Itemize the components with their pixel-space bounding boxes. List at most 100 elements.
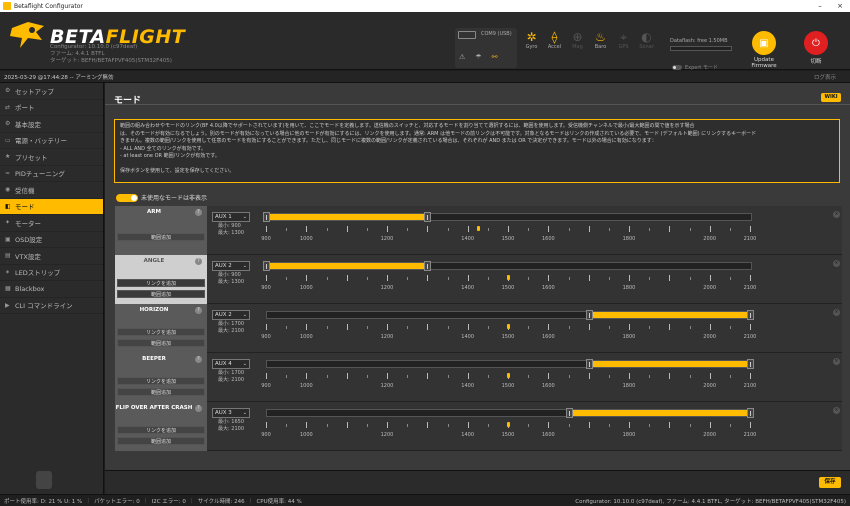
sidebar-item-receiver[interactable]: ◉ 受信機 bbox=[0, 182, 103, 199]
expert-mode-toggle[interactable]: Expert モード bbox=[672, 64, 718, 71]
aux-channel-select[interactable]: AUX 1 ⌄ bbox=[212, 212, 250, 222]
hide-unused-switch[interactable] bbox=[116, 193, 138, 202]
sidebar-item-configuration[interactable]: ⚙ 基本設定 bbox=[0, 116, 103, 133]
disconnect-button[interactable]: ⏻ 切断 bbox=[796, 31, 836, 65]
add-range-button[interactable]: 範囲追加 bbox=[117, 388, 205, 396]
remove-range-icon[interactable]: × bbox=[833, 309, 840, 316]
sensor-sonar: ◐ Sonar bbox=[637, 30, 656, 50]
page-header: モード WIKI bbox=[105, 91, 850, 106]
app-header: BETAFLIGHT Configurator: 10.10.0 (c97dea… bbox=[0, 12, 850, 71]
range-fill bbox=[589, 361, 751, 367]
close-window-button[interactable]: × bbox=[830, 2, 850, 10]
range-scale: 900 1000 1200 1400 1500 1600 1800 2000 2100 bbox=[261, 275, 756, 301]
wiki-button[interactable]: WIKI bbox=[821, 93, 841, 102]
sidebar-item-setup[interactable]: ⚙ セットアップ bbox=[0, 83, 103, 100]
save-button[interactable]: 保存 bbox=[819, 477, 841, 488]
scale-tick bbox=[588, 275, 590, 281]
scale-tick bbox=[407, 277, 409, 280]
add-range-button[interactable]: 範囲追加 bbox=[117, 437, 205, 445]
scale-label: 1000 bbox=[299, 383, 313, 389]
port-select[interactable] bbox=[458, 31, 476, 39]
add-range-button[interactable]: 範囲追加 bbox=[117, 290, 205, 298]
remove-range-icon[interactable]: × bbox=[833, 407, 840, 414]
remove-range-icon[interactable]: × bbox=[833, 211, 840, 218]
range-max-handle[interactable] bbox=[747, 408, 754, 418]
scale-tick bbox=[306, 373, 308, 379]
scale-label: 2100 bbox=[743, 334, 757, 340]
scale-tick bbox=[729, 424, 731, 427]
minimize-button[interactable]: – bbox=[810, 2, 830, 10]
sidebar-item-blackbox[interactable]: ▦ Blackbox bbox=[0, 281, 103, 298]
help-icon[interactable]: ? bbox=[195, 307, 202, 314]
range-min-label: 最小: 1650 bbox=[218, 419, 244, 425]
range-slider[interactable] bbox=[263, 212, 752, 222]
sidebar-item-presets[interactable]: ★ プリセット bbox=[0, 149, 103, 166]
add-link-button[interactable]: リンクを追加 bbox=[117, 328, 205, 336]
sidebar-item-osd[interactable]: ▣ OSD設定 bbox=[0, 232, 103, 248]
range-min-max: 最小: 1700 最大: 2100 bbox=[218, 370, 244, 383]
scale-tick bbox=[629, 324, 630, 330]
range-max-handle[interactable] bbox=[747, 359, 754, 369]
scale-tick bbox=[366, 375, 368, 378]
expert-switch[interactable] bbox=[672, 65, 682, 70]
mode-name: ANGLE bbox=[143, 258, 165, 264]
sidebar-item-motors[interactable]: ✦ モーター bbox=[0, 215, 103, 232]
aux-channel-select[interactable]: AUX 4 ⌄ bbox=[212, 359, 250, 369]
help-icon[interactable]: ? bbox=[195, 209, 202, 216]
scale-label: 1800 bbox=[622, 236, 636, 242]
range-slider[interactable] bbox=[266, 408, 754, 418]
sidebar-item-pid-tuning[interactable]: ≈ PIDチューニング bbox=[0, 166, 103, 182]
led-icon: ✶ bbox=[5, 268, 11, 276]
sidebar-item-cli[interactable]: ▶ CLI コマンドライン bbox=[0, 298, 103, 314]
scale-tick bbox=[447, 228, 449, 231]
add-range-button[interactable]: 範囲追加 bbox=[117, 339, 205, 347]
sidebar-item-power[interactable]: ▭ 電源・バッテリー bbox=[0, 133, 103, 149]
aux-channel-select[interactable]: AUX 2 ⌄ bbox=[212, 310, 250, 320]
scale-tick bbox=[326, 375, 328, 378]
channel-value-marker bbox=[507, 275, 510, 280]
add-range-button[interactable]: 範囲追加 bbox=[117, 233, 205, 241]
range-max-label: 最大: 2100 bbox=[218, 327, 244, 334]
range-min-handle[interactable] bbox=[585, 359, 593, 369]
range-max-label: 最大: 1300 bbox=[218, 278, 244, 285]
sensor-accel: ⟠ Accel bbox=[545, 30, 564, 50]
range-slider[interactable] bbox=[266, 310, 754, 320]
add-link-button[interactable]: リンクを追加 bbox=[117, 426, 205, 434]
show-log-link[interactable]: ログ表示 bbox=[814, 73, 836, 81]
add-link-button[interactable]: リンクを追加 bbox=[117, 377, 205, 385]
scale-tick bbox=[608, 326, 610, 329]
modes-help-note: 範囲の組み合わせやモードのリンク(BF 4.0以降でサポートされています)を用い… bbox=[114, 119, 840, 183]
help-icon[interactable]: ? bbox=[195, 405, 202, 412]
aux-channel-select[interactable]: AUX 3 ⌄ bbox=[212, 408, 250, 418]
range-slider[interactable] bbox=[263, 261, 752, 271]
scale-tick bbox=[427, 226, 429, 232]
remove-range-icon[interactable]: × bbox=[833, 260, 840, 267]
aux-channel-select[interactable]: AUX 2 ⌄ bbox=[212, 261, 250, 271]
range-max-handle[interactable] bbox=[747, 310, 754, 320]
range-min-handle[interactable] bbox=[585, 310, 593, 320]
remove-range-icon[interactable]: × bbox=[833, 358, 840, 365]
sidebar-item-vtx[interactable]: ▤ VTX設定 bbox=[0, 248, 103, 265]
range-slider[interactable] bbox=[266, 359, 754, 369]
scale-label: 1600 bbox=[541, 383, 555, 389]
help-icon[interactable]: ? bbox=[195, 356, 202, 363]
range-min-handle[interactable] bbox=[565, 408, 573, 418]
range-max-handle[interactable] bbox=[424, 212, 432, 222]
sidebar-item-ports[interactable]: ⇄ ポート bbox=[0, 100, 103, 116]
sidebar-item-led-strip[interactable]: ✶ LEDストリップ bbox=[0, 265, 103, 281]
range-min-handle[interactable] bbox=[263, 212, 270, 222]
update-firmware-button[interactable]: ▣ Update Firmware bbox=[744, 31, 784, 69]
sidebar-item-modes[interactable]: ◧ モード bbox=[0, 198, 103, 215]
hide-unused-modes-toggle[interactable]: 未使用なモードは非表示 bbox=[116, 193, 207, 202]
scale-tick bbox=[548, 422, 550, 428]
help-icon[interactable]: ? bbox=[195, 258, 202, 265]
scale-tick bbox=[528, 277, 530, 280]
scale-tick bbox=[669, 226, 671, 232]
scale-tick bbox=[548, 226, 550, 232]
scale-tick bbox=[346, 226, 348, 232]
range-max-handle[interactable] bbox=[424, 261, 432, 271]
scale-tick bbox=[306, 324, 308, 330]
scale-tick bbox=[608, 424, 610, 427]
add-link-button[interactable]: リンクを追加 bbox=[117, 279, 205, 287]
range-min-handle[interactable] bbox=[263, 261, 270, 271]
